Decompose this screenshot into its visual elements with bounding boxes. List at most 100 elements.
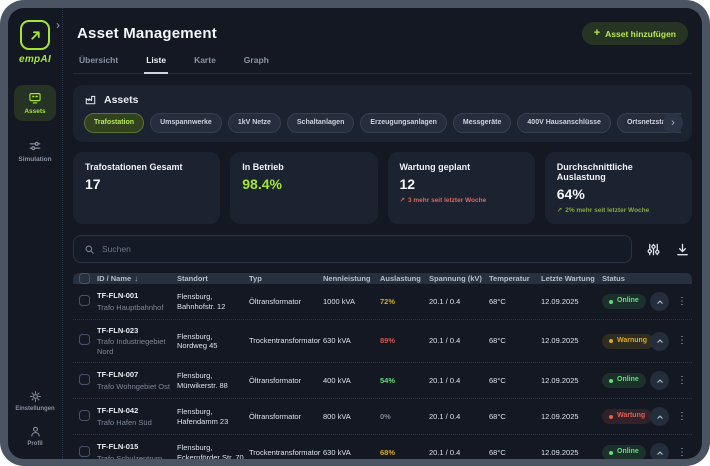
column-header-status[interactable]: Status <box>602 274 650 283</box>
row-checkbox[interactable] <box>79 446 90 457</box>
chevron-up-icon <box>655 376 665 386</box>
tab[interactable]: Graph <box>242 55 271 74</box>
stat-trend-text: 3 mehr seit letzter Woche <box>408 197 486 204</box>
stat-label: In Betrieb <box>242 162 365 172</box>
asset-voltage: 20.1 / 0.4 <box>429 448 489 457</box>
trend-up-icon: ↗ <box>400 196 405 204</box>
asset-load: 68% <box>380 448 429 457</box>
row-collapse-button[interactable] <box>650 371 669 390</box>
table-toolbar <box>73 235 692 263</box>
row-checkbox[interactable] <box>79 334 90 345</box>
column-header-temperatur[interactable]: Temperatur <box>489 274 541 283</box>
stat-value: 98.4% <box>242 176 365 192</box>
row-checkbox[interactable] <box>79 295 90 306</box>
search-input[interactable] <box>102 244 621 254</box>
column-header-id-name[interactable]: ID / Name ↓ <box>97 274 177 283</box>
filter-chip[interactable]: Erzeugungsanlagen <box>360 113 447 133</box>
panel-title: Assets <box>104 94 138 106</box>
filter-chip[interactable]: Schaltanlagen <box>287 113 354 133</box>
asset-type: Trockentransformator <box>249 448 323 457</box>
download-button[interactable] <box>675 242 690 257</box>
stat-label: Durchschnittliche Auslastung <box>557 162 680 182</box>
asset-name: Trafo Wohngebiet Ost <box>97 382 173 391</box>
assets-filter-panel: Assets Trafostation Umspannwerke 1kV Net… <box>73 85 692 142</box>
sidebar-item-label: Einstellungen <box>15 406 54 412</box>
tune-icon <box>646 242 661 257</box>
stat-cards: Trafostationen Gesamt 17 In Betrieb 98.4… <box>73 152 692 224</box>
row-checkbox[interactable] <box>79 410 90 421</box>
sidebar-item-profil[interactable]: Profil <box>27 425 42 447</box>
column-header-letzte-wartung[interactable]: Letzte Wartung <box>541 274 602 283</box>
asset-id: TF-FLN-042 <box>97 406 173 415</box>
filter-chip[interactable]: Umspannwerke <box>150 113 222 133</box>
row-collapse-button[interactable] <box>650 443 669 459</box>
row-menu-button[interactable]: ⋮ <box>677 297 687 307</box>
row-checkbox[interactable] <box>79 374 90 385</box>
table-row[interactable]: TF-FLN-042 Trafo Hafen Süd Flensburg, Ha… <box>73 399 692 435</box>
chevron-up-icon <box>655 336 665 346</box>
tab[interactable]: Liste <box>144 55 168 74</box>
chevron-up-icon <box>655 297 665 307</box>
sidebar: empAI Assets <box>8 8 63 459</box>
stat-trend-text: 2% mehr seit letzter Woche <box>565 207 649 214</box>
tab[interactable]: Übersicht <box>77 55 120 74</box>
tab[interactable]: Karte <box>192 55 218 74</box>
row-collapse-button[interactable] <box>650 332 669 351</box>
factory-icon <box>84 93 97 106</box>
tab-bar: Übersicht Liste Karte Graph <box>73 55 692 74</box>
table-row[interactable]: TF-FLN-007 Trafo Wohngebiet Ost Flensbur… <box>73 363 692 399</box>
asset-location: Flensburg, Hafendamm 23 <box>177 407 249 426</box>
filter-chip[interactable]: 1kV Netze <box>228 113 281 133</box>
chips-scroll-right-button[interactable]: › <box>663 113 683 133</box>
table-row[interactable]: TF-FLN-023 Trafo Industriegebiet Nord Fl… <box>73 320 692 363</box>
gear-icon <box>29 390 42 403</box>
filter-chip[interactable]: 400V Hausanschlüsse <box>517 113 611 133</box>
sidebar-item-label: Assets <box>24 108 45 115</box>
column-header-typ[interactable]: Typ <box>249 274 323 283</box>
app-window: › empAI Assets <box>8 8 702 459</box>
status-dot-icon <box>609 451 613 455</box>
asset-type: Trockentransformator <box>249 336 323 345</box>
sidebar-collapse-button[interactable]: › <box>56 19 60 31</box>
column-header-standort[interactable]: Standort <box>177 274 249 283</box>
table-row[interactable]: TF-FLN-001 Trafo Hauptbahnhof Flensburg,… <box>73 284 692 320</box>
sidebar-item-einstellungen[interactable]: Einstellungen <box>15 390 54 412</box>
column-header-nennleistung[interactable]: Nennleistung <box>323 274 380 283</box>
sort-desc-icon: ↓ <box>134 274 138 283</box>
table-row[interactable]: TF-FLN-015 Trafo Schulzentrum Flensburg,… <box>73 435 692 459</box>
add-asset-button[interactable]: + Asset hinzufügen <box>582 22 688 45</box>
sidebar-item-assets[interactable]: Assets <box>14 85 56 121</box>
sidebar-item-simulation[interactable]: Simulation <box>14 133 56 169</box>
brand-logo <box>20 20 50 50</box>
asset-temperature: 68°C <box>489 376 541 385</box>
sidebar-footer: Einstellungen Profil <box>15 390 54 447</box>
asset-temperature: 68°C <box>489 448 541 457</box>
asset-id: TF-FLN-007 <box>97 370 173 379</box>
filter-settings-button[interactable] <box>646 242 661 257</box>
asset-load: 72% <box>380 297 429 306</box>
row-collapse-button[interactable] <box>650 407 669 426</box>
asset-type: Öltransformator <box>249 412 323 421</box>
stat-value: 64% <box>557 186 680 202</box>
column-header-spannung[interactable]: Spannung (kV) <box>429 274 489 283</box>
main-content: Asset Management + Asset hinzufügen Über… <box>63 8 702 459</box>
row-menu-button[interactable]: ⋮ <box>677 336 687 346</box>
row-menu-button[interactable]: ⋮ <box>677 448 687 458</box>
asset-load: 0% <box>380 412 429 421</box>
asset-type: Öltransformator <box>249 297 323 306</box>
row-menu-button[interactable]: ⋮ <box>677 412 687 422</box>
select-all-checkbox[interactable] <box>79 273 90 284</box>
row-collapse-button[interactable] <box>650 292 669 311</box>
stat-label: Wartung geplant <box>400 162 523 172</box>
row-menu-button[interactable]: ⋮ <box>677 376 687 386</box>
assets-table: ID / Name ↓ Standort Typ Nennleistung Au… <box>73 273 692 459</box>
arrow-up-right-icon <box>28 28 43 43</box>
asset-type-chips: Trafostation Umspannwerke 1kV Netze Scha… <box>84 113 681 133</box>
column-header-auslastung[interactable]: Auslastung <box>380 274 429 283</box>
user-icon <box>29 425 42 438</box>
stat-card: Trafostationen Gesamt 17 <box>73 152 220 224</box>
filter-chip[interactable]: Trafostation <box>84 113 144 133</box>
stat-label: Trafostationen Gesamt <box>85 162 208 172</box>
filter-chip[interactable]: Messgeräte <box>453 113 512 133</box>
asset-last-maintenance: 12.09.2025 <box>541 412 602 421</box>
